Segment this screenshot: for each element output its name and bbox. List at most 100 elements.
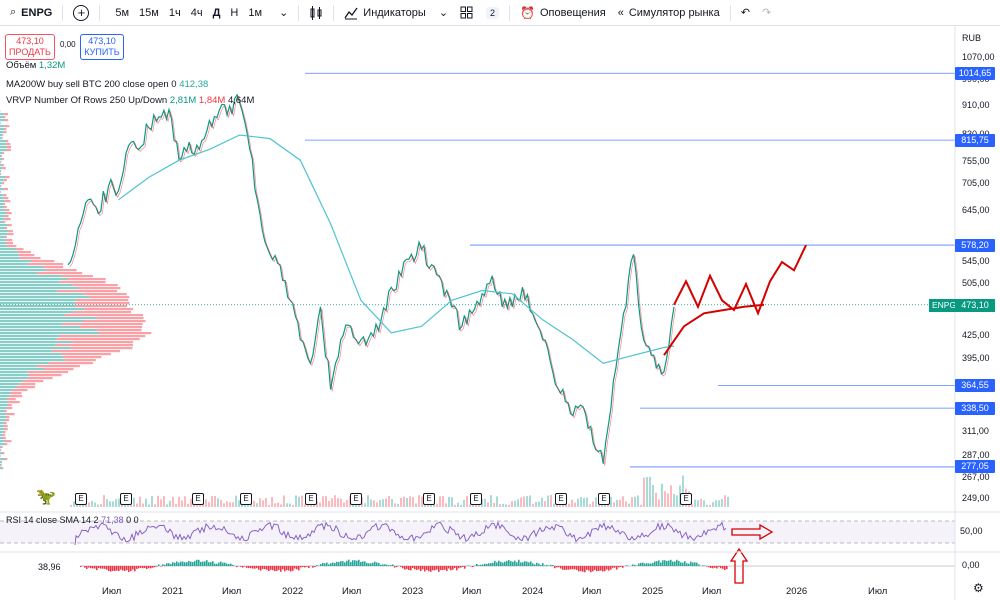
- osc-bar: [450, 566, 452, 570]
- osc-bar: [288, 566, 290, 571]
- volume-bar: [619, 500, 621, 507]
- earnings-marker[interactable]: E: [598, 493, 610, 505]
- volume-profile-down-bar: [16, 248, 24, 250]
- volume-bar: [700, 499, 702, 507]
- volume-profile-down-bar: [29, 374, 61, 376]
- volume-bar: [370, 499, 372, 507]
- osc-bar: [138, 566, 140, 568]
- osc-bar: [278, 566, 280, 570]
- osc-bar: [320, 564, 322, 566]
- volume-bar: [211, 496, 213, 507]
- volume-bar: [181, 500, 183, 507]
- volume-profile-down-bar: [3, 437, 6, 439]
- volume-profile-up-bar: [0, 251, 18, 253]
- volume-profile-up-bar: [0, 170, 1, 172]
- osc-bar: [574, 566, 576, 569]
- earnings-marker[interactable]: E: [350, 493, 362, 505]
- volume-profile-up-bar: [0, 200, 5, 202]
- earnings-marker[interactable]: E: [680, 493, 692, 505]
- volume-bar: [322, 496, 324, 507]
- volume-legend[interactable]: Объём 1,32M: [6, 60, 65, 71]
- volume-profile-up-bar: [0, 422, 3, 424]
- volume-bar: [139, 497, 141, 507]
- ma-legend[interactable]: MA200W buy sell BTC 200 close open 0 412…: [6, 79, 208, 90]
- volume-profile-up-bar: [0, 311, 73, 313]
- volume-bar: [208, 502, 210, 507]
- osc-bar: [516, 562, 518, 566]
- osc-bar: [534, 565, 536, 566]
- volume-profile-down-bar: [62, 275, 93, 277]
- volume-bar: [718, 500, 720, 507]
- osc-bar: [152, 566, 154, 568]
- volume-bar: [589, 504, 591, 507]
- volume-bar: [595, 497, 597, 507]
- price-chart[interactable]: [0, 0, 1000, 600]
- osc-bar: [726, 566, 728, 569]
- volume-profile-down-bar: [7, 413, 15, 415]
- osc-bar: [542, 563, 544, 566]
- volume-profile-up-bar: [0, 395, 10, 397]
- earnings-marker[interactable]: E: [120, 493, 132, 505]
- osc-bar: [132, 566, 134, 569]
- osc-bar: [488, 563, 490, 566]
- earnings-marker[interactable]: E: [192, 493, 204, 505]
- volume-bar: [631, 497, 633, 507]
- osc-bar: [160, 566, 162, 567]
- earnings-marker[interactable]: E: [555, 493, 567, 505]
- volume-bar: [376, 502, 378, 507]
- volume-profile-up-bar: [0, 224, 8, 226]
- volume-bar: [112, 501, 114, 507]
- vrvp-legend[interactable]: VRVP Number Of Rows 250 Up/Down 2,81M 1,…: [6, 95, 254, 106]
- earnings-marker[interactable]: E: [75, 493, 87, 505]
- osc-bar: [204, 561, 206, 566]
- earnings-marker[interactable]: E: [305, 493, 317, 505]
- osc-bar: [642, 563, 644, 566]
- currency-label[interactable]: RUB: [962, 33, 981, 43]
- osc-bar: [258, 566, 260, 570]
- osc-bar: [124, 566, 126, 571]
- price-level-tag: 1014,65: [955, 67, 995, 80]
- volume-profile-down-bar: [37, 365, 80, 367]
- sell-button[interactable]: 473,10 ПРОДАТЬ: [5, 34, 55, 60]
- volume-profile-up-bar: [0, 437, 3, 439]
- volume-bar: [574, 503, 576, 507]
- volume-profile-down-bar: [19, 383, 35, 385]
- buy-button[interactable]: 473,10 КУПИТЬ: [80, 34, 124, 60]
- osc-bar: [268, 566, 270, 571]
- volume-profile-down-bar: [80, 326, 143, 328]
- volume-profile-up-bar: [0, 143, 5, 145]
- volume-bar: [649, 477, 651, 507]
- volume-profile-up-bar: [0, 353, 61, 355]
- volume-bar: [640, 505, 642, 507]
- osc-bar: [568, 566, 570, 570]
- osc-bar: [304, 566, 306, 567]
- volume-profile-up-bar: [0, 317, 97, 319]
- osc-bar: [250, 566, 252, 568]
- osc-bar: [422, 566, 424, 569]
- osc-bar: [480, 565, 482, 566]
- osc-bar: [640, 563, 642, 566]
- volume-profile-up-bar: [0, 341, 72, 343]
- earnings-marker[interactable]: E: [240, 493, 252, 505]
- rsi-legend[interactable]: RSI 14 close SMA 14 2 71,38 0 0: [6, 515, 139, 525]
- volume-bar: [223, 503, 225, 507]
- y-tick-label: 311,00: [962, 426, 989, 436]
- volume-profile-up-bar: [0, 149, 7, 151]
- osc-bar: [520, 562, 522, 566]
- volume-bar: [583, 498, 585, 507]
- volume-bar: [715, 500, 717, 507]
- osc-bar: [414, 566, 416, 569]
- volume-bar: [610, 497, 612, 507]
- earnings-marker[interactable]: E: [423, 493, 435, 505]
- volume-profile-down-bar: [52, 350, 120, 352]
- y-tick-label: 267,00: [962, 472, 990, 482]
- earnings-marker[interactable]: E: [470, 493, 482, 505]
- osc-bar: [576, 566, 578, 570]
- osc-bar: [690, 562, 692, 566]
- osc-bar: [692, 562, 694, 566]
- price-level-tag: 277,05: [955, 460, 995, 473]
- volume-profile-down-bar: [28, 263, 64, 265]
- volume-bar: [373, 500, 375, 507]
- ma200w-line: [119, 135, 675, 363]
- settings-icon[interactable]: ⚙: [973, 581, 984, 595]
